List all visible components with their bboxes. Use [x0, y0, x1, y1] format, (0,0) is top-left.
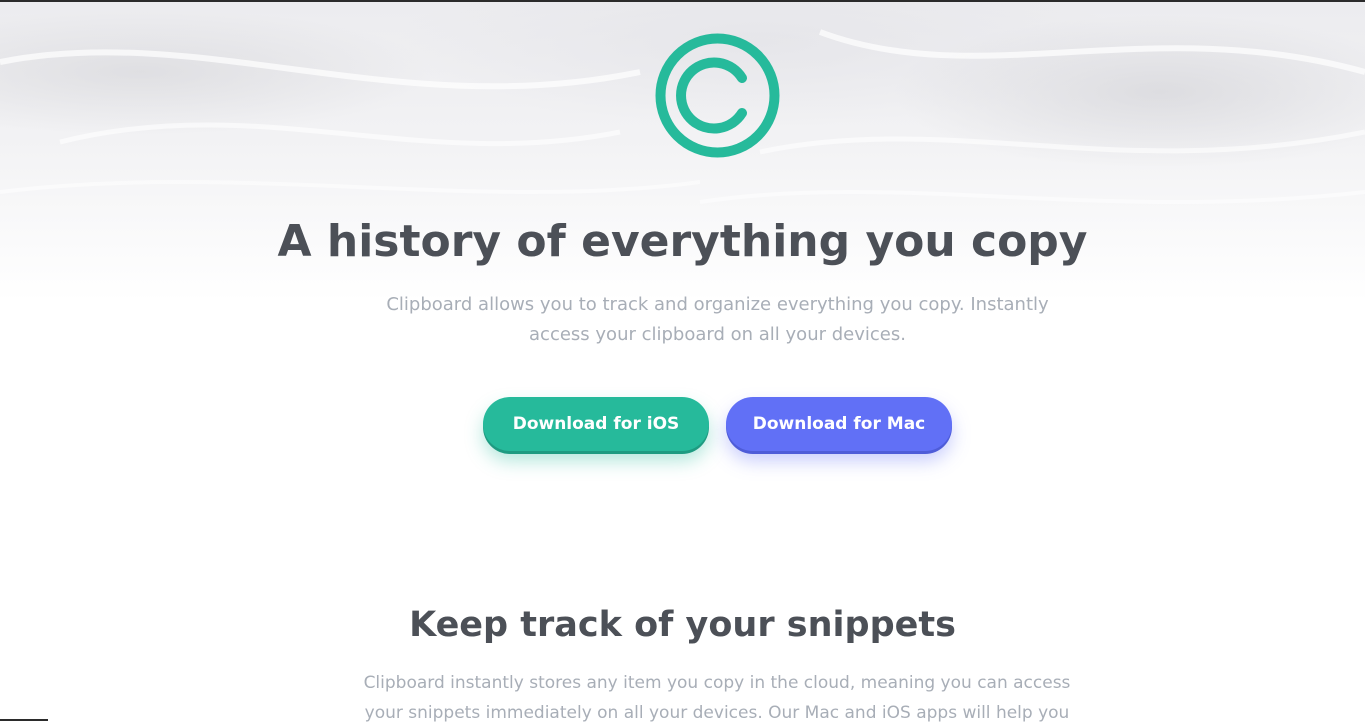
copyright-circle-icon [655, 33, 780, 158]
snippets-section-title: Keep track of your snippets [409, 605, 956, 645]
snippets-section-description: Clipboard instantly stores any item you … [363, 673, 1071, 723]
hero-title: A history of everything you copy [277, 216, 1088, 267]
download-mac-button[interactable]: Download for Mac [726, 397, 952, 451]
download-ios-button[interactable]: Download for iOS [483, 397, 709, 451]
hero-description: Clipboard allows you to track and organi… [386, 294, 1049, 345]
